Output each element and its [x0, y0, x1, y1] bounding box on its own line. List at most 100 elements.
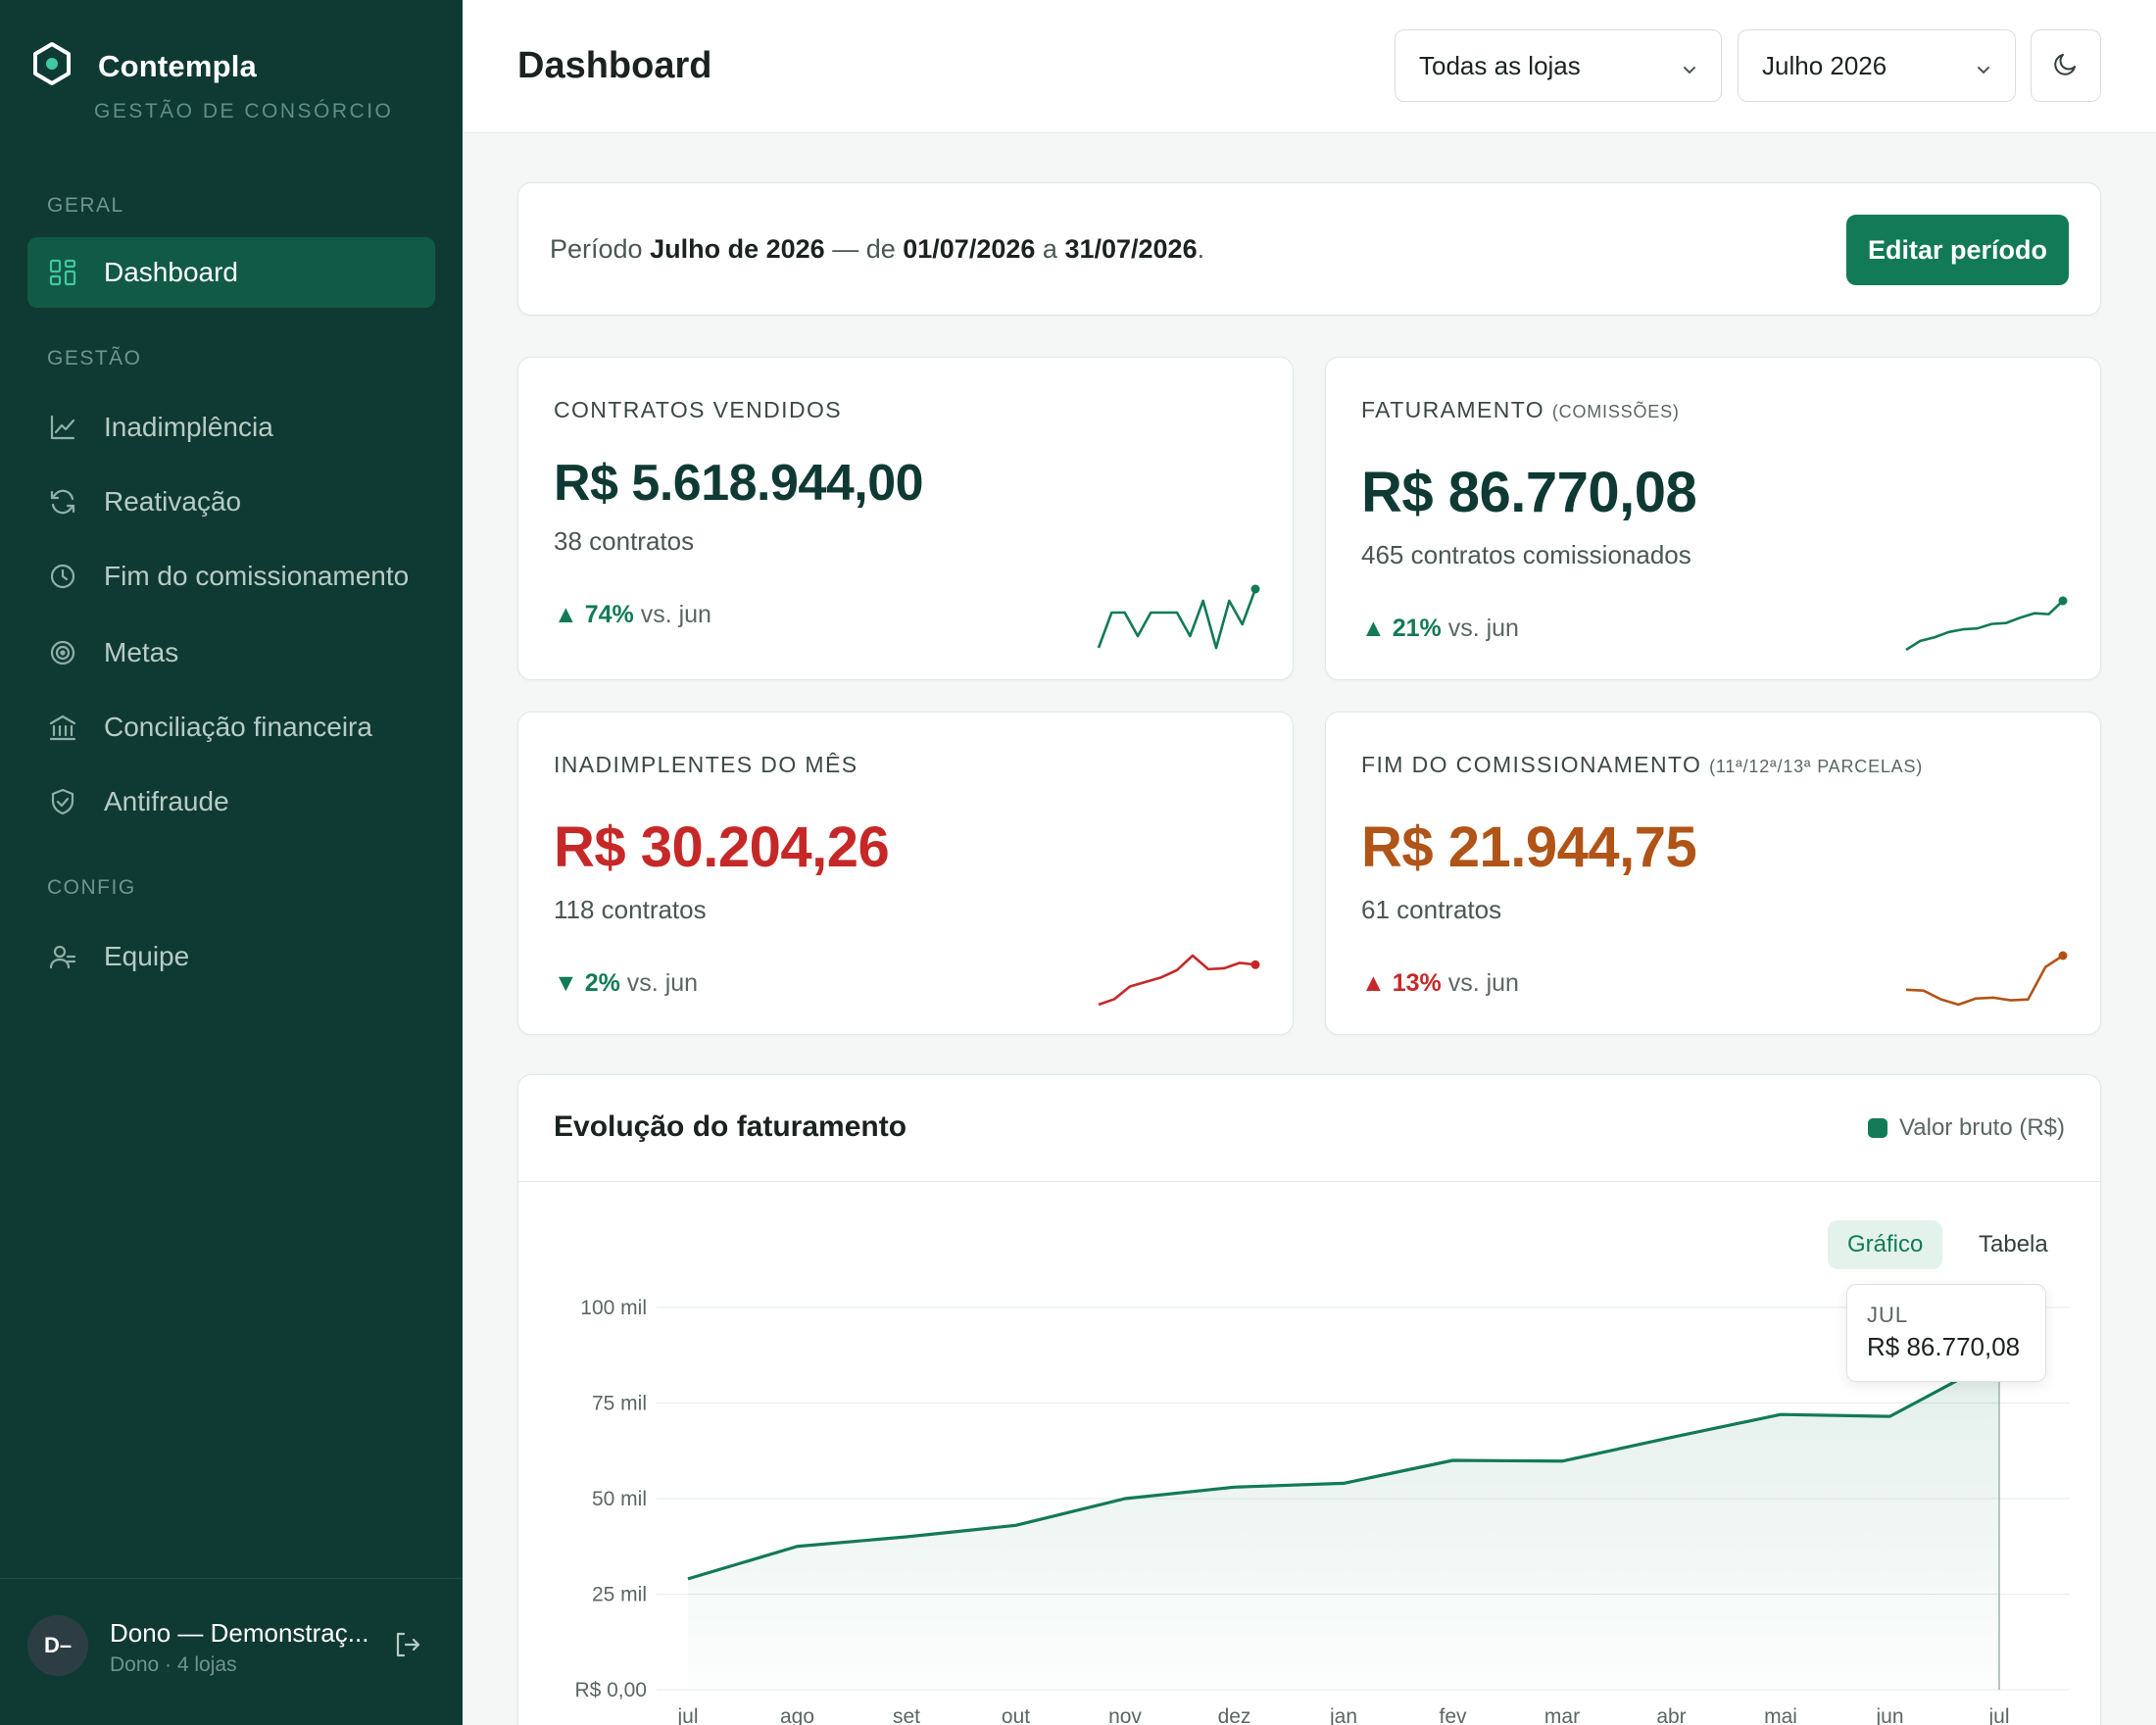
legend-label: Valor bruto (R$) — [1899, 1114, 2065, 1141]
period-joiner: a — [1042, 234, 1057, 264]
sidebar-item-label: Conciliação financeira — [104, 712, 372, 742]
kpi-card-fim-comissionamento[interactable]: FIM DO COMISSIONAMENTO (11ª/12ª/13ª PARC… — [1325, 712, 2101, 1035]
sparkline — [1098, 954, 1260, 1007]
sidebar-item-reativacao[interactable]: Reativação — [27, 467, 435, 537]
period-card: Período Julho de 2026 — de 01/07/2026 a … — [517, 182, 2101, 316]
refresh-icon — [47, 486, 78, 518]
sidebar-item-label: Dashboard — [104, 257, 238, 287]
sidebar-item-dashboard[interactable]: Dashboard — [27, 237, 435, 308]
sidebar-item-equipe[interactable]: Equipe — [27, 921, 435, 992]
bank-icon — [47, 712, 78, 743]
x-tick-label: dez — [1218, 1705, 1251, 1725]
sidebar-item-label: Fim do comissionamento — [104, 561, 410, 591]
kpi-value: R$ 21.944,75 — [1361, 815, 1697, 879]
y-tick-label: R$ 0,00 — [574, 1679, 647, 1701]
sparkline-end-dot — [1250, 584, 1260, 594]
user-role: Dono · 4 lojas — [110, 1653, 237, 1676]
hexagon-logo-icon — [31, 41, 73, 91]
toggle-chart-button[interactable]: Gráfico — [1828, 1220, 1943, 1269]
y-tick-label: 50 mil — [592, 1488, 647, 1510]
x-tick-label: set — [893, 1705, 920, 1725]
sparkline-path — [1098, 954, 1256, 1007]
month-select-value: Julho 2026 — [1762, 50, 1887, 80]
sidebar-item-metas[interactable]: Metas — [27, 617, 435, 688]
top-header: Dashboard Todas as lojas Julho 2026 — [463, 0, 2156, 133]
sidebar-item-label: Reativação — [104, 486, 242, 517]
x-tick-label: mai — [1764, 1705, 1797, 1725]
toggle-table-button[interactable]: Tabela — [1959, 1220, 2068, 1269]
period-suffix: . — [1197, 234, 1205, 264]
kpi-card-faturamento[interactable]: FATURAMENTO (COMISSÕES) R$ 86.770,08 465… — [1325, 357, 2101, 680]
logout-icon[interactable] — [392, 1630, 423, 1661]
grid-icon — [47, 257, 78, 288]
kpi-value: R$ 5.618.944,00 — [554, 455, 924, 512]
chevron-down-icon — [1680, 56, 1699, 86]
kpi-value: R$ 30.204,26 — [554, 815, 890, 879]
kpi-card-contratos-vendidos[interactable]: CONTRATOS VENDIDOS R$ 5.618.944,00 38 co… — [517, 357, 1294, 680]
chevron-down-icon — [1974, 56, 1993, 86]
kpi-label: FIM DO COMISSIONAMENTO (11ª/12ª/13ª PARC… — [1361, 752, 1924, 777]
kpi-sub: 61 contratos — [1361, 895, 1502, 924]
y-tick-label: 100 mil — [580, 1297, 647, 1319]
x-tick-label: mar — [1544, 1705, 1580, 1725]
kpi-delta: ▼ 2% vs. jun — [554, 969, 699, 997]
x-tick-label: abr — [1656, 1705, 1686, 1725]
tooltip-month: JUL — [1867, 1303, 1909, 1327]
sparkline-end-dot — [1250, 960, 1260, 969]
sparkline-end-dot — [2058, 951, 2068, 961]
period-end: 31/07/2026 — [1064, 234, 1198, 264]
shield-check-icon — [47, 786, 78, 817]
sidebar-item-conciliacao[interactable]: Conciliação financeira — [27, 692, 435, 763]
sparkline-path — [1097, 588, 1257, 650]
kpi-delta: ▲ 74% vs. jun — [554, 601, 711, 628]
kpi-delta: ▲ 21% vs. jun — [1361, 615, 1519, 642]
area-fill — [688, 1357, 1999, 1690]
kpi-label: INADIMPLENTES DO MÊS — [554, 752, 858, 777]
x-tick-label: jul — [1987, 1705, 2009, 1725]
chart-legend: Valor bruto (R$) — [1868, 1114, 2065, 1142]
sidebar-item-inadimplencia[interactable]: Inadimplência — [27, 392, 435, 463]
period-start: 01/07/2026 — [903, 234, 1036, 264]
sidebar-item-fim-comissionamento[interactable]: Fim do comissionamento — [27, 541, 435, 612]
period-prefix: Período — [550, 234, 643, 264]
x-tick-label: jul — [676, 1705, 698, 1725]
kpi-value: R$ 86.770,08 — [1361, 461, 1697, 524]
store-select[interactable]: Todas as lojas — [1395, 29, 1722, 102]
y-tick-label: 75 mil — [592, 1393, 647, 1415]
clock-icon — [47, 561, 78, 592]
line-chart-icon — [47, 412, 78, 443]
target-icon — [47, 637, 78, 668]
sidebar-item-label: Equipe — [104, 941, 190, 971]
month-select[interactable]: Julho 2026 — [1738, 29, 2016, 102]
chart-tooltip: JUL R$ 86.770,08 — [1846, 1284, 2046, 1382]
kpi-delta: ▲ 13% vs. jun — [1361, 969, 1519, 997]
x-tick-label: out — [1002, 1705, 1030, 1725]
x-tick-label: ago — [780, 1705, 814, 1725]
moon-icon — [2051, 49, 2081, 83]
tooltip-value: R$ 86.770,08 — [1867, 1332, 2021, 1361]
section-config: CONFIG — [47, 876, 136, 899]
avatar[interactable]: D– — [27, 1615, 88, 1676]
period-mid: — de — [832, 234, 896, 264]
x-tick-label: nov — [1108, 1705, 1142, 1725]
legend-swatch — [1868, 1118, 1888, 1138]
user-panel: D– Dono — Demonstraç... Dono · 4 lojas — [0, 1578, 463, 1725]
sidebar-item-antifraude[interactable]: Antifraude — [27, 766, 435, 837]
x-tick-label: fev — [1439, 1705, 1467, 1725]
kpi-sub: 38 contratos — [554, 526, 695, 556]
kpi-sub: 465 contratos comissionados — [1361, 540, 1691, 569]
chart-title: Evolução do faturamento — [554, 1110, 907, 1143]
edit-period-button[interactable]: Editar período — [1845, 215, 2069, 285]
kpi-label: FATURAMENTO (COMISSÕES) — [1361, 397, 1680, 422]
sidebar: Contempla GESTÃO DE CONSÓRCIO GERAL Dash… — [0, 0, 463, 1725]
section-gestao: GESTÃO — [47, 347, 142, 370]
kpi-card-inadimplentes[interactable]: INADIMPLENTES DO MÊS R$ 30.204,26 118 co… — [517, 712, 1294, 1035]
kpi-label: CONTRATOS VENDIDOS — [554, 397, 842, 422]
theme-toggle-button[interactable] — [2031, 29, 2101, 102]
brand[interactable]: Contempla — [31, 41, 257, 91]
sparkline-end-dot — [2058, 596, 2068, 606]
sparkline — [1097, 584, 1260, 650]
kpi-sub: 118 contratos — [554, 895, 707, 924]
period-text: Período Julho de 2026 — de 01/07/2026 a … — [550, 234, 1204, 265]
x-tick-label: jan — [1329, 1705, 1357, 1725]
